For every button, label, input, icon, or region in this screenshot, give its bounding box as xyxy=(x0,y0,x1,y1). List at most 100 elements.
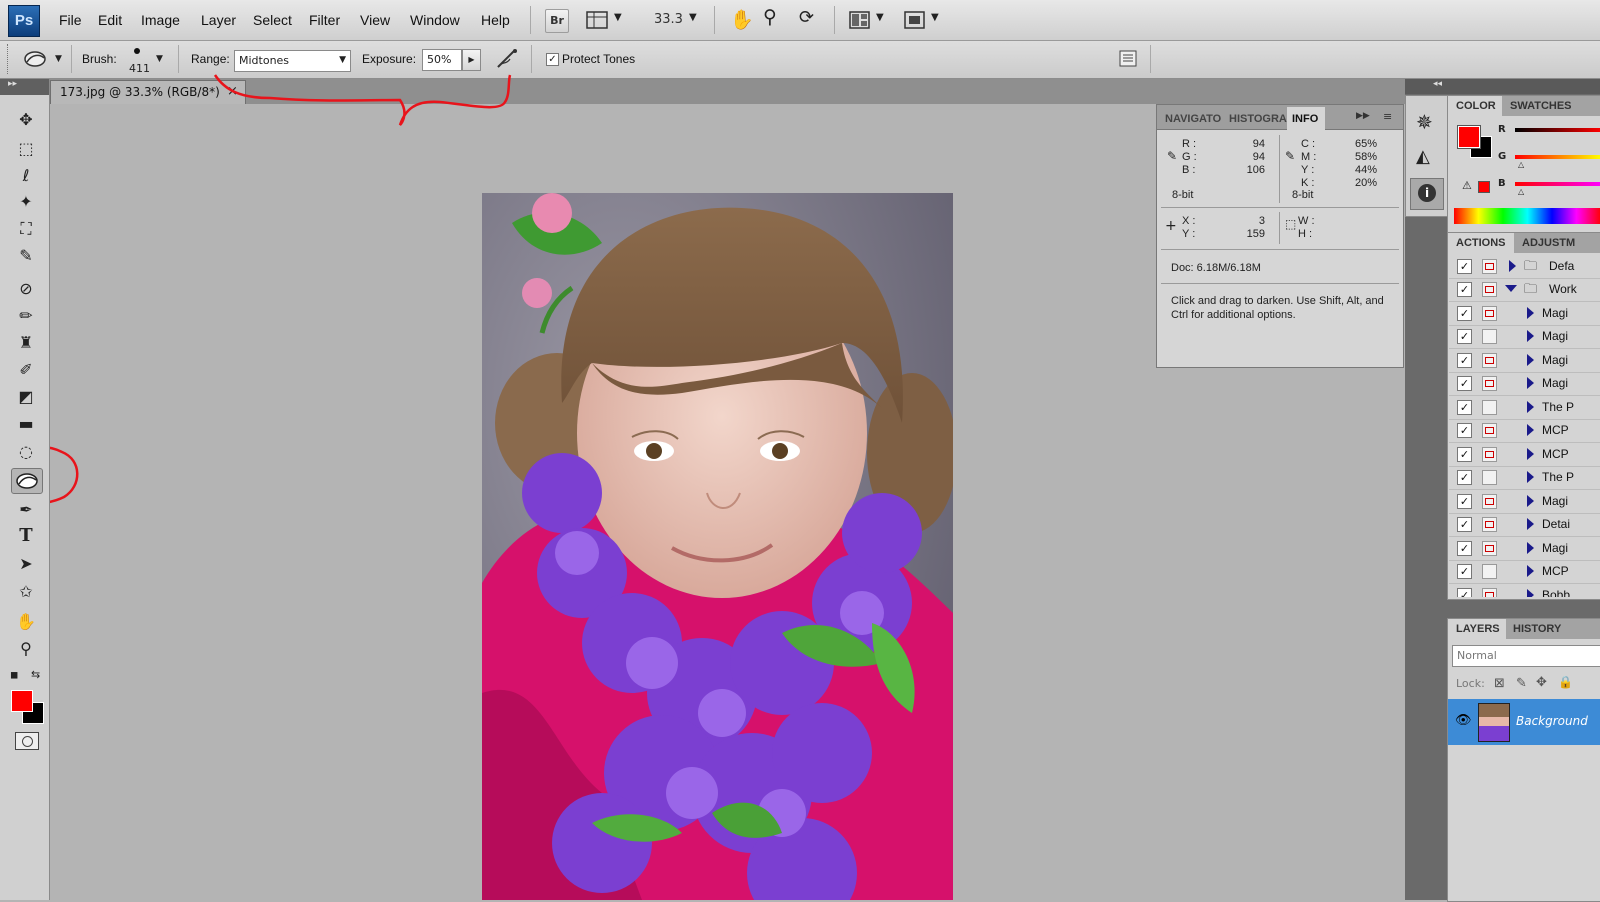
shape-tool-icon[interactable]: ✩ xyxy=(12,580,40,604)
pen-tool-icon[interactable]: ✒ xyxy=(12,498,40,522)
menu-window[interactable]: Window xyxy=(410,12,460,28)
histogram-panel-icon[interactable]: ◭ xyxy=(1416,146,1430,167)
layer-row-background[interactable]: 👁 Background xyxy=(1448,699,1600,745)
lock-position-icon[interactable]: ✥ xyxy=(1536,675,1547,690)
path-selection-tool-icon[interactable]: ➤ xyxy=(12,552,40,576)
blur-tool-icon[interactable]: ◌ xyxy=(12,440,40,464)
action-row[interactable]: ✓ Magi xyxy=(1449,490,1600,514)
collapse-panel-icon[interactable]: ▸▸ xyxy=(8,79,17,89)
bridge-button[interactable]: Br xyxy=(545,9,569,33)
type-tool-icon[interactable]: T xyxy=(12,524,40,548)
zoom-level[interactable]: 33.3 xyxy=(654,12,683,27)
preset-chevron-down-icon[interactable]: ▼ xyxy=(55,54,62,64)
channel-g-slider[interactable] xyxy=(1515,155,1600,159)
action-row[interactable]: ✓ The P xyxy=(1449,466,1600,490)
gradient-tool-icon[interactable]: ▬ xyxy=(12,412,40,436)
channel-b-slider[interactable] xyxy=(1515,182,1600,186)
range-select[interactable]: Midtones ▼ xyxy=(234,50,351,72)
action-row[interactable]: ✓ Bobb xyxy=(1449,584,1600,597)
airbrush-icon[interactable] xyxy=(494,47,520,71)
action-row[interactable]: ✓ MCP xyxy=(1449,443,1600,467)
blend-mode-select[interactable]: Normal xyxy=(1452,645,1600,667)
lock-all-icon[interactable]: 🔒 xyxy=(1558,675,1573,689)
arrange-chevron-down-icon[interactable]: ▼ xyxy=(876,12,884,23)
brush-preview-icon[interactable] xyxy=(134,48,140,54)
magic-wand-tool-icon[interactable]: ✦ xyxy=(12,190,40,214)
menu-image[interactable]: Image xyxy=(141,12,180,28)
action-row[interactable]: ✓ 🗀 Work xyxy=(1449,278,1600,302)
swap-colors-icon[interactable]: ⇆ xyxy=(31,668,40,681)
menu-layer[interactable]: Layer xyxy=(201,12,236,28)
rotate-view-icon[interactable]: ⟳ xyxy=(799,7,814,28)
tab-color[interactable]: COLOR xyxy=(1456,96,1496,116)
burn-tool-preset-icon[interactable] xyxy=(22,48,50,70)
exposure-slider-button[interactable]: ▶ xyxy=(462,49,481,71)
tools-panel-header[interactable]: ▸▸ xyxy=(0,79,49,95)
chevron-down-icon[interactable]: ▼ xyxy=(614,12,622,23)
action-row[interactable]: ✓ Magi xyxy=(1449,302,1600,326)
move-tool-icon[interactable]: ✥ xyxy=(12,108,40,132)
tab-histogram[interactable]: HISTOGRA xyxy=(1229,108,1287,130)
action-row[interactable]: ✓ Magi xyxy=(1449,325,1600,349)
visibility-eye-icon[interactable]: 👁 xyxy=(1455,713,1472,728)
menu-edit[interactable]: Edit xyxy=(98,12,122,28)
document-image[interactable] xyxy=(482,193,953,900)
crop-tool-icon[interactable]: ⛶ xyxy=(12,217,40,241)
tab-info[interactable]: INFO xyxy=(1292,108,1318,130)
panel-dock-header[interactable]: ◂◂ xyxy=(1405,79,1600,94)
gamut-warning-icon[interactable]: ⚠ xyxy=(1462,179,1472,192)
marquee-tool-icon[interactable]: ⬚ xyxy=(12,137,40,161)
color-spectrum-bar[interactable] xyxy=(1454,208,1600,224)
channel-r-slider[interactable] xyxy=(1515,128,1600,132)
panel-collapse-icon[interactable]: ▶▶ xyxy=(1356,111,1370,121)
action-row[interactable]: ✓ Magi xyxy=(1449,349,1600,373)
panel-options-icon[interactable] xyxy=(1119,50,1138,68)
action-row[interactable]: ✓ Magi xyxy=(1449,372,1600,396)
panel-menu-icon[interactable]: ≡ xyxy=(1383,110,1392,123)
hand-tool-icon[interactable]: ✋ xyxy=(730,8,754,31)
gamut-color-swatch[interactable] xyxy=(1478,181,1490,193)
zoom-tool-panel-icon[interactable]: ⚲ xyxy=(12,637,40,661)
tab-swatches[interactable]: SWATCHES xyxy=(1510,96,1572,116)
screen-mode-icon[interactable] xyxy=(904,10,926,30)
menu-file[interactable]: File xyxy=(59,12,82,28)
default-colors-icon[interactable]: ◼ xyxy=(10,670,18,681)
menu-filter[interactable]: Filter xyxy=(309,12,340,28)
lasso-tool-icon[interactable]: ℓ xyxy=(12,164,40,188)
tab-actions[interactable]: ACTIONS xyxy=(1456,233,1506,253)
info-panel-button[interactable]: i xyxy=(1410,178,1444,210)
menu-select[interactable]: Select xyxy=(253,12,292,28)
lock-pixels-icon[interactable]: ✎ xyxy=(1516,676,1527,691)
foreground-color-swatch[interactable] xyxy=(11,690,33,712)
eyedropper-tool-icon[interactable]: ✎ xyxy=(12,244,40,268)
history-brush-tool-icon[interactable]: ✐ xyxy=(12,358,40,382)
action-row[interactable]: ✓ 🗀 Defa xyxy=(1449,255,1600,279)
exposure-input[interactable]: 50% xyxy=(422,49,462,71)
healing-brush-tool-icon[interactable]: ⊘ xyxy=(12,277,40,301)
collapse-dock-icon[interactable]: ◂◂ xyxy=(1433,79,1442,89)
color-fg-swatch[interactable] xyxy=(1457,125,1481,149)
arrange-documents-icon[interactable] xyxy=(849,10,871,30)
burn-tool-selected[interactable] xyxy=(11,468,43,494)
action-row[interactable]: ✓ Detai xyxy=(1449,513,1600,537)
view-extras-icon[interactable] xyxy=(586,10,610,30)
quick-mask-icon[interactable] xyxy=(15,732,39,750)
eraser-tool-icon[interactable]: ◩ xyxy=(12,385,40,409)
zoom-tool-icon[interactable]: ⚲ xyxy=(763,6,777,28)
options-grip[interactable] xyxy=(7,44,10,74)
brush-tool-icon[interactable]: ✏ xyxy=(12,304,40,328)
brush-chevron-down-icon[interactable]: ▼ xyxy=(156,54,163,64)
screen-mode-chevron-down-icon[interactable]: ▼ xyxy=(931,12,939,23)
action-row[interactable]: ✓ MCP xyxy=(1449,419,1600,443)
clone-stamp-tool-icon[interactable]: ♜ xyxy=(12,331,40,355)
tab-navigator[interactable]: NAVIGATO xyxy=(1165,108,1227,130)
brush-size[interactable]: 411 xyxy=(129,62,150,75)
navigator-panel-icon[interactable]: ✵ xyxy=(1416,110,1433,134)
tab-layers[interactable]: LAYERS xyxy=(1456,619,1500,639)
tab-adjustments[interactable]: ADJUSTM xyxy=(1522,233,1575,253)
slider-handle-icon[interactable]: △ xyxy=(1518,160,1524,169)
action-row[interactable]: ✓ MCP xyxy=(1449,560,1600,584)
menu-help[interactable]: Help xyxy=(481,12,510,28)
slider-handle-icon[interactable]: △ xyxy=(1518,187,1524,196)
lock-transparency-icon[interactable]: ⊠ xyxy=(1494,676,1505,691)
